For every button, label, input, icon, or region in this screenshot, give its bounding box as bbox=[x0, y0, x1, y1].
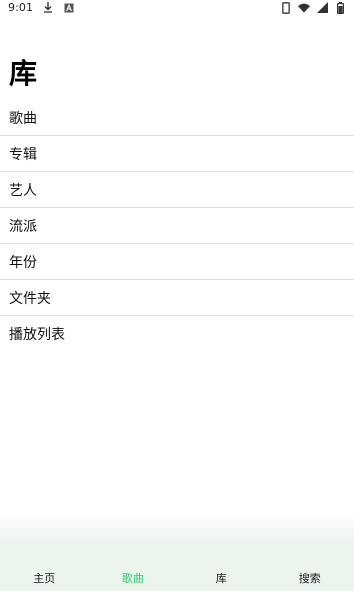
page-title: 库 bbox=[9, 57, 39, 90]
bottom-nav: 主页 歌曲 库 搜索 bbox=[0, 545, 354, 591]
vibrate-phone-icon bbox=[280, 1, 292, 14]
status-time: 9:01 bbox=[8, 1, 34, 14]
library-item-playlists[interactable]: 播放列表 bbox=[0, 316, 354, 352]
bottom-nav-fade bbox=[0, 515, 354, 545]
battery-icon bbox=[334, 1, 346, 14]
library-item-artists[interactable]: 艺人 bbox=[0, 172, 354, 208]
library-item-years[interactable]: 年份 bbox=[0, 244, 354, 280]
library-item-genres[interactable]: 流派 bbox=[0, 208, 354, 244]
download-icon bbox=[42, 2, 54, 14]
nav-tab-search[interactable]: 搜索 bbox=[266, 550, 354, 586]
library-item-songs[interactable]: 歌曲 bbox=[0, 100, 354, 136]
status-bar: 9:01 bbox=[0, 0, 354, 15]
status-right bbox=[280, 1, 346, 14]
nav-tab-home[interactable]: 主页 bbox=[0, 550, 89, 586]
library-list: 歌曲 专辑 艺人 流派 年份 文件夹 播放列表 bbox=[0, 100, 354, 352]
library-item-albums[interactable]: 专辑 bbox=[0, 136, 354, 172]
font-a-icon bbox=[63, 2, 75, 14]
status-left: 9:01 bbox=[8, 1, 75, 14]
library-screen: 9:01 库 歌曲 专辑 艺人 流派 年份 文件夹 播放列表 主页 歌曲 库 搜… bbox=[0, 0, 354, 591]
cell-signal-icon bbox=[316, 2, 328, 14]
library-item-folders[interactable]: 文件夹 bbox=[0, 280, 354, 316]
nav-tab-songs[interactable]: 歌曲 bbox=[89, 550, 178, 586]
wifi-icon bbox=[298, 2, 310, 14]
nav-tab-library[interactable]: 库 bbox=[177, 550, 266, 586]
